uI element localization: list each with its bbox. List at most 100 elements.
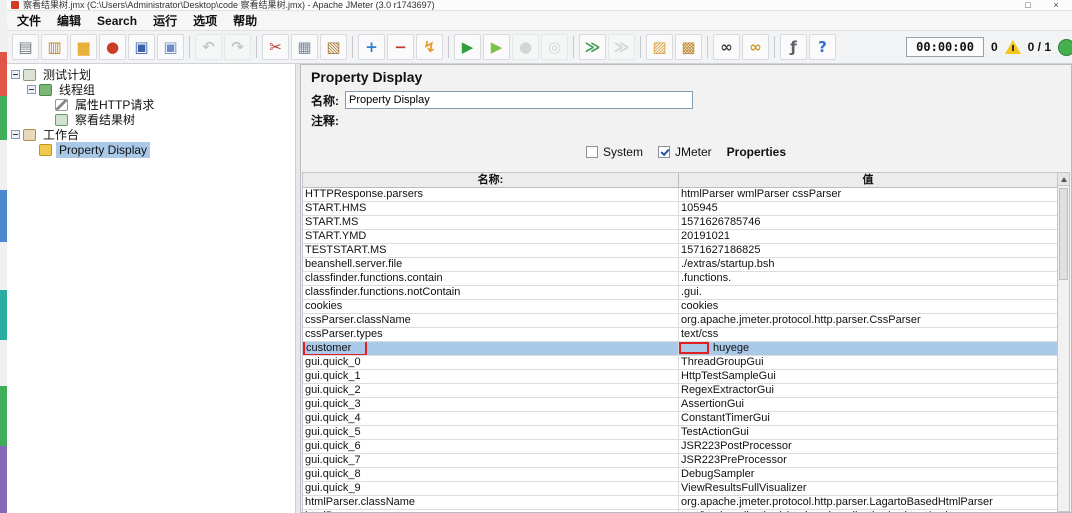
property-row[interactable]: gui.quick_2 RegexExtractorGui (303, 384, 1057, 398)
property-value: ThreadGroupGui (681, 356, 764, 368)
scroll-up-button[interactable] (1058, 173, 1069, 186)
property-row[interactable]: gui.quick_3 AssertionGui (303, 398, 1057, 412)
toolbar-separator (774, 36, 775, 58)
threadgroup-icon (39, 83, 52, 96)
property-value: .gui. (681, 286, 702, 298)
help-button[interactable]: ? (809, 34, 836, 60)
tree-collapse-handle[interactable] (11, 70, 20, 79)
open-file-button[interactable]: ▆ (70, 34, 97, 60)
start-no-pauses-button[interactable]: ▶ (483, 34, 510, 60)
property-name: classfinder.functions.contain (305, 272, 443, 284)
property-row[interactable]: customer huyege (303, 342, 1057, 356)
column-header-name[interactable]: 名称: (303, 173, 679, 187)
comments-input[interactable] (345, 111, 691, 129)
menu-help[interactable]: 帮助 (225, 11, 265, 30)
remote-stop-all-button[interactable]: ≫ (608, 34, 635, 60)
close-file-button[interactable]: ● (99, 34, 126, 60)
property-row[interactable]: START.MS 1571626785746 (303, 216, 1057, 230)
name-input[interactable] (345, 91, 693, 109)
property-row[interactable]: cssParser.types text/css (303, 328, 1057, 342)
tree-item[interactable]: 工作台 (7, 127, 295, 142)
tree-collapse-handle[interactable] (27, 85, 36, 94)
toolbar-button-icon: ≫ (584, 37, 601, 56)
property-row[interactable]: classfinder.functions.contain .functions… (303, 272, 1057, 286)
comments-label: 注释: (311, 113, 339, 128)
property-row[interactable]: START.YMD 20191021 (303, 230, 1057, 244)
property-name-cell: gui.quick_1 (303, 370, 679, 383)
main-panel: Property Display 名称: 注释: System JMeter P… (300, 64, 1072, 513)
property-row[interactable]: htmlParser.className org.apache.jmeter.p… (303, 496, 1057, 510)
tree: 测试计划 线程组 属性HTTP请求 察看结果树 工作台 Property Dis… (7, 67, 295, 158)
property-row[interactable]: gui.quick_5 TestActionGui (303, 426, 1057, 440)
function-helper-button[interactable]: ƒ (780, 34, 807, 60)
clear-all-button[interactable]: ▩ (675, 34, 702, 60)
property-row[interactable]: htmlParser.types text/html application/x… (303, 510, 1057, 512)
cut-button[interactable]: ✂ (262, 34, 289, 60)
system-checkbox[interactable] (585, 146, 598, 158)
paste-button[interactable]: ▧ (320, 34, 347, 60)
tree-collapse-handle[interactable] (11, 130, 20, 139)
property-value-cell: 20191021 (679, 230, 1057, 243)
scroll-thumb[interactable] (1059, 188, 1068, 280)
toolbar-button-icon: ∞ (720, 37, 733, 56)
menu-search[interactable]: Search (89, 13, 145, 29)
property-name-cell: cssParser.className (303, 314, 679, 327)
clear-button[interactable]: ▨ (646, 34, 673, 60)
start-button[interactable]: ▶ (454, 34, 481, 60)
property-value: text/css (681, 328, 719, 340)
property-value-cell: text/css (679, 328, 1057, 341)
maximize-button[interactable]: □ (1016, 0, 1040, 10)
save-button[interactable]: ▣ (128, 34, 155, 60)
menu-file[interactable]: 文件 (9, 11, 49, 30)
search-button[interactable]: ∞ (713, 34, 740, 60)
add-button[interactable]: + (358, 34, 385, 60)
property-value: JSR223PreProcessor (681, 454, 787, 466)
table-scrollbar[interactable] (1058, 172, 1070, 512)
tree-item[interactable]: Property Display (7, 141, 295, 158)
redo-button[interactable]: ↷ (224, 34, 251, 60)
column-header-value[interactable]: 值 (679, 173, 1057, 187)
property-row[interactable]: classfinder.functions.notContain .gui. (303, 286, 1057, 300)
toolbar-button-icon: ↷ (231, 37, 244, 56)
property-row[interactable]: cssParser.className org.apache.jmeter.pr… (303, 314, 1057, 328)
property-row[interactable]: START.HMS 105945 (303, 202, 1057, 216)
stop-button[interactable]: ● (512, 34, 539, 60)
menu-options[interactable]: 选项 (185, 11, 225, 30)
remove-button[interactable]: − (387, 34, 414, 60)
property-row[interactable]: gui.quick_1 HttpTestSampleGui (303, 370, 1057, 384)
property-row[interactable]: gui.quick_8 DebugSampler (303, 468, 1057, 482)
side-app-strip (0, 0, 7, 513)
property-name-cell: gui.quick_9 (303, 482, 679, 495)
property-name-cell: beanshell.server.file (303, 258, 679, 271)
save-as-button[interactable]: ▣ (157, 34, 184, 60)
search-reset-button[interactable]: ∞ (742, 34, 769, 60)
new-file-button[interactable]: ▤ (12, 34, 39, 60)
menu-edit[interactable]: 编辑 (49, 11, 89, 30)
property-row[interactable]: gui.quick_6 JSR223PostProcessor (303, 440, 1057, 454)
property-row[interactable]: gui.quick_7 JSR223PreProcessor (303, 454, 1057, 468)
copy-button[interactable]: ▦ (291, 34, 318, 60)
close-button[interactable]: × (1044, 0, 1068, 10)
shutdown-button[interactable]: ◎ (541, 34, 568, 60)
property-row[interactable]: TESTSTART.MS 1571627186825 (303, 244, 1057, 258)
tree-item[interactable]: 属性HTTP请求 (7, 97, 295, 112)
property-row[interactable]: gui.quick_4 ConstantTimerGui (303, 412, 1057, 426)
templates-button[interactable]: ▥ (41, 34, 68, 60)
toolbar-button-icon: ▥ (47, 37, 62, 56)
property-value: RegexExtractorGui (681, 384, 774, 396)
warning-icon[interactable] (1004, 40, 1021, 54)
property-row[interactable]: HTTPResponse.parsers htmlParser wmlParse… (303, 188, 1057, 202)
comments-field-row: 注释: (311, 111, 691, 129)
property-row[interactable]: gui.quick_0 ThreadGroupGui (303, 356, 1057, 370)
property-row[interactable]: beanshell.server.file ./extras/startup.b… (303, 258, 1057, 272)
jmeter-checkbox[interactable] (657, 146, 670, 158)
toolbar-status: 00:00:00 0 0 / 1 (906, 37, 1072, 57)
property-row[interactable]: gui.quick_9 ViewResultsFullVisualizer (303, 482, 1057, 496)
tree-item[interactable]: 测试计划 (7, 67, 295, 82)
menu-run[interactable]: 运行 (145, 11, 185, 30)
remote-start-all-button[interactable]: ≫ (579, 34, 606, 60)
undo-button[interactable]: ↶ (195, 34, 222, 60)
property-row[interactable]: cookies cookies (303, 300, 1057, 314)
toggle-button[interactable]: ↯ (416, 34, 443, 60)
toolbar-button-icon: ▣ (163, 37, 178, 56)
